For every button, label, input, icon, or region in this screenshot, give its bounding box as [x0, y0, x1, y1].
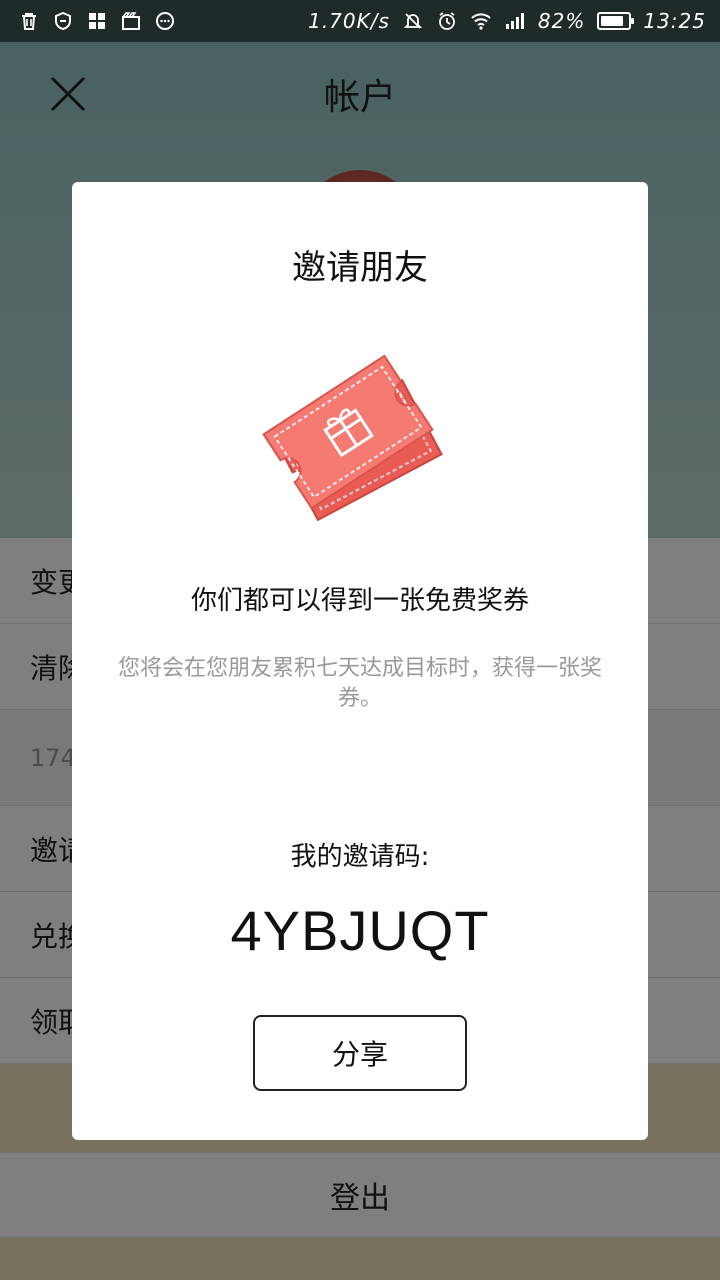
status-right-icons: 1.70K/s 82% 13:25 [308, 9, 706, 33]
apps-icon [86, 10, 108, 32]
signal-icon [504, 10, 526, 32]
dialog-description: 您将会在您朋友累积七天达成目标时，获得一张奖券。 [117, 656, 602, 711]
shield-icon [52, 10, 74, 32]
trash-icon [18, 10, 40, 32]
battery-icon [597, 12, 635, 30]
battery-level [601, 16, 623, 26]
invite-friends-dialog: 邀请朋友 你们都可以得到一张免费奖券 您将会在您朋友累积七天达成目标时，获得一张… [72, 182, 648, 1140]
dialog-headline: 你们都可以得到一张免费奖券 [190, 586, 529, 616]
dialog-title: 邀请朋友 [292, 248, 428, 288]
battery-percent: 82% [537, 9, 586, 33]
share-button[interactable]: 分享 [253, 1015, 467, 1091]
mute-icon [402, 10, 424, 32]
ticket-icon [262, 354, 443, 522]
chat-bubble-icon [154, 10, 176, 32]
clock: 13:25 [643, 9, 706, 33]
alarm-icon [436, 10, 458, 32]
status-bar: 1.70K/s 82% 13:25 [0, 0, 720, 42]
clapper-icon [120, 10, 142, 32]
invite-code: 4YBJUQT [230, 899, 490, 962]
wifi-icon [470, 10, 492, 32]
invite-code-label: 我的邀请码: [290, 842, 430, 872]
network-speed: 1.70K/s [308, 9, 390, 33]
status-left-icons [18, 10, 176, 32]
